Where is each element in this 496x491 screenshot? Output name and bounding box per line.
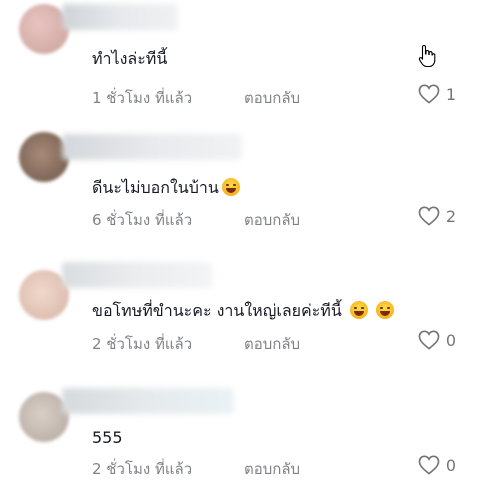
comment-text-content: ดีนะไม่บอกในบ้าน bbox=[92, 178, 219, 197]
laughing-emoji-icon bbox=[375, 301, 394, 319]
laughing-emoji-icon bbox=[221, 178, 240, 196]
hand-pointer-icon bbox=[418, 44, 436, 68]
reply-button[interactable]: ตอบกลับ bbox=[244, 457, 300, 481]
like-count: 0 bbox=[445, 330, 456, 350]
like-button[interactable]: 0 bbox=[418, 455, 456, 475]
comment-text: ทำไงล่ะทีนี้ bbox=[92, 49, 168, 68]
reply-button[interactable]: ตอบกลับ bbox=[244, 332, 300, 356]
like-count: 2 bbox=[445, 206, 456, 226]
comment-text-content: ขอโทษที่ขำนะคะ งานใหญ่เลยค่ะทีนี้ bbox=[92, 301, 342, 320]
comment-timestamp: 2 ชั่วโมง ที่แล้ว bbox=[92, 460, 193, 478]
username-blurred[interactable] bbox=[62, 388, 234, 414]
heart-icon bbox=[418, 455, 440, 475]
comment-timestamp: 6 ชั่วโมง ที่แล้ว bbox=[92, 211, 193, 229]
reply-button[interactable]: ตอบกลับ bbox=[244, 208, 300, 232]
heart-icon bbox=[418, 84, 440, 104]
like-count: 0 bbox=[445, 455, 456, 475]
username-blurred[interactable] bbox=[62, 262, 212, 288]
like-button[interactable]: 2 bbox=[418, 206, 456, 226]
heart-icon bbox=[418, 330, 440, 350]
like-button[interactable]: 1 bbox=[418, 84, 456, 104]
comment-text: ขอโทษที่ขำนะคะ งานใหญ่เลยค่ะทีนี้ bbox=[92, 300, 394, 322]
heart-icon bbox=[418, 206, 440, 226]
like-count: 1 bbox=[445, 84, 456, 104]
username-blurred[interactable] bbox=[62, 4, 178, 30]
comment-timestamp: 1 ชั่วโมง ที่แล้ว bbox=[92, 89, 193, 107]
comment-text: 555 bbox=[92, 428, 123, 447]
reply-button[interactable]: ตอบกลับ bbox=[244, 86, 300, 110]
laughing-emoji-icon bbox=[349, 301, 368, 319]
comment-text: ดีนะไม่บอกในบ้าน bbox=[92, 177, 240, 199]
username-blurred[interactable] bbox=[62, 134, 242, 160]
comment-timestamp: 2 ชั่วโมง ที่แล้ว bbox=[92, 335, 193, 353]
like-button[interactable]: 0 bbox=[418, 330, 456, 350]
